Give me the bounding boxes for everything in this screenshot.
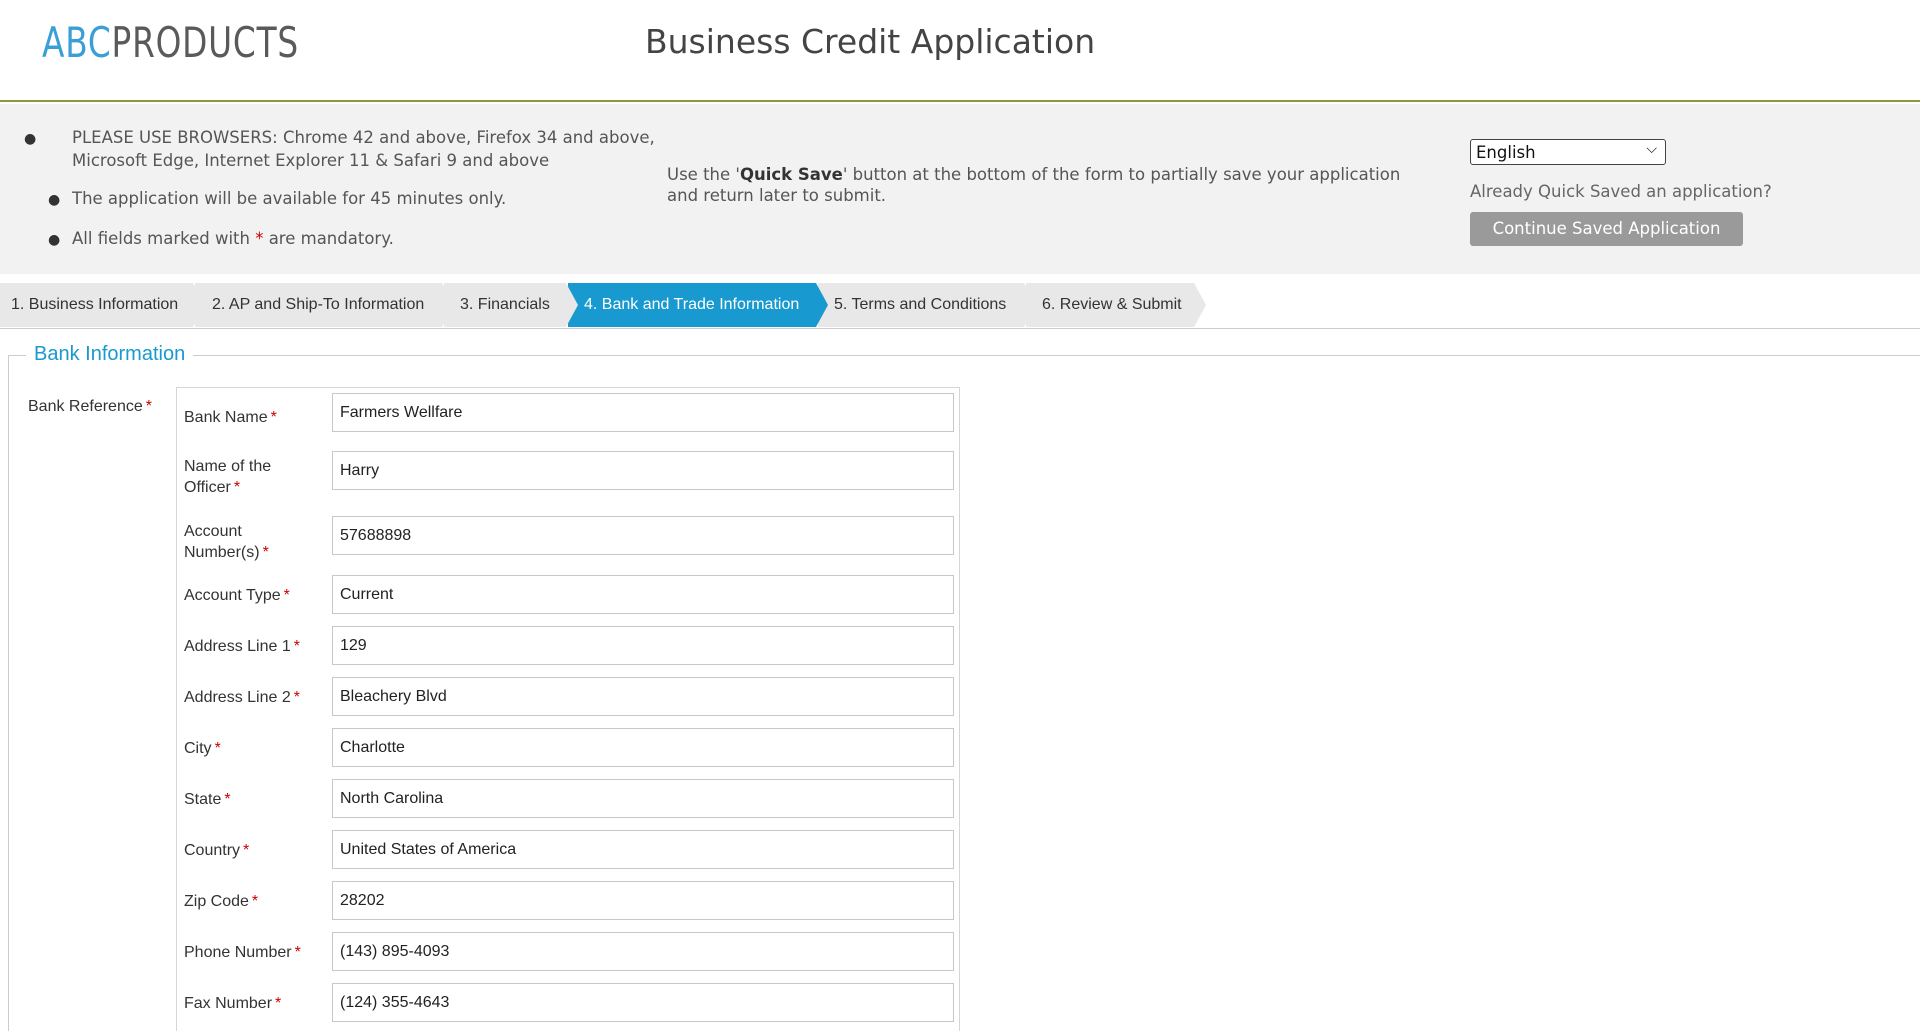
field-label-text: State	[184, 791, 222, 808]
field-label: Name of the Officer *	[184, 456, 284, 498]
bank-reference-group: Bank Name * Farmers Wellfare Name of the …	[176, 387, 960, 1031]
required-asterisk: *	[233, 479, 241, 496]
bank-reference-label: Bank Reference *	[28, 398, 152, 416]
field-label: Account Number(s) *	[184, 521, 284, 563]
tab-label: 5. Terms and Conditions	[834, 296, 1007, 313]
tab-ap-ship-to-information[interactable]: 2. AP and Ship-To Information	[195, 283, 454, 327]
required-asterisk: *	[262, 544, 269, 561]
page-header: ABCPRODUCTS Business Credit Application	[0, 0, 1920, 102]
notice-panel: ● PLEASE USE BROWSERS: Chrome 42 and abov…	[0, 104, 1920, 274]
tab-review-submit[interactable]: 6. Review & Submit	[1026, 283, 1206, 327]
section-legend: Bank Information	[26, 343, 194, 366]
tab-bank-trade-information[interactable]: 4. Bank and Trade Information	[568, 283, 828, 327]
required-asterisk: *	[251, 893, 259, 910]
field-label-text: Account Number(s)	[184, 523, 260, 561]
tab-label: 4. Bank and Trade Information	[584, 296, 800, 313]
quick-save-bold: Quick Save	[739, 165, 843, 184]
field-label: Phone Number *	[184, 942, 324, 963]
notice-mandatory-text: All fields marked with	[72, 229, 256, 248]
required-asterisk: *	[243, 842, 250, 859]
field-label-text: Country	[184, 842, 241, 859]
field-label-text: Fax Number	[184, 995, 273, 1012]
tab-label: 6. Review & Submit	[1042, 296, 1182, 313]
phone-number-input[interactable]: (143) 895-4093	[332, 932, 954, 971]
required-asterisk: *	[275, 995, 282, 1012]
account-type-input[interactable]: Current	[332, 575, 954, 614]
field-label-text: Phone Number	[184, 944, 292, 961]
address-line-2-input[interactable]: Bleachery Blvd	[332, 677, 954, 716]
bank-name-input[interactable]: Farmers Wellfare	[332, 393, 954, 432]
tab-label: 2. AP and Ship-To Information	[212, 296, 425, 313]
required-asterisk: *	[294, 944, 301, 961]
field-label-text: Zip Code	[184, 893, 249, 910]
field-label-text: Address Line 1	[184, 638, 291, 655]
tab-business-information[interactable]: 1. Business Information	[0, 283, 205, 327]
already-saved-text: Already Quick Saved an application?	[1470, 182, 1772, 201]
zip-code-input[interactable]: 28202	[332, 881, 954, 920]
field-label: City *	[184, 738, 304, 759]
field-label-text: Name of the Officer	[184, 458, 272, 496]
required-asterisk: *	[293, 638, 300, 655]
continue-saved-application-button[interactable]: Continue Saved Application	[1470, 212, 1743, 246]
notice-list: ● PLEASE USE BROWSERS: Chrome 42 and abov…	[24, 127, 672, 268]
field-label: Bank Name *	[184, 407, 304, 428]
notice-item-browsers: ● PLEASE USE BROWSERS: Chrome 42 and abov…	[24, 127, 672, 171]
language-select[interactable]: English ⌵	[1470, 139, 1666, 165]
bank-reference-text: Bank Reference	[28, 398, 143, 415]
field-label: Address Line 1 *	[184, 636, 304, 657]
field-label: Fax Number *	[184, 993, 304, 1014]
notice-item-time-limit: ● The application will be available for 4…	[48, 188, 672, 211]
field-label-text: Account Type	[184, 587, 281, 604]
tab-label: 1. Business Information	[11, 296, 179, 313]
field-label: Address Line 2 *	[184, 687, 304, 708]
required-asterisk: *	[224, 791, 231, 808]
required-asterisk: *	[293, 689, 300, 706]
country-input[interactable]: United States of America	[332, 830, 954, 869]
field-label: State *	[184, 789, 304, 810]
logo-abc-text: ABC	[42, 18, 112, 67]
bullet-icon: ●	[48, 192, 61, 208]
field-label-text: Address Line 2	[184, 689, 291, 706]
field-label-text: City	[184, 740, 212, 757]
tab-terms-conditions[interactable]: 5. Terms and Conditions	[818, 283, 1036, 327]
address-line-1-input[interactable]: 129	[332, 626, 954, 665]
language-selected-value: English	[1476, 143, 1536, 162]
tab-label: 3. Financials	[460, 296, 550, 313]
tab-financials[interactable]: 3. Financials	[444, 283, 578, 327]
chevron-down-icon: ⌵	[1646, 141, 1657, 157]
city-input[interactable]: Charlotte	[332, 728, 954, 767]
fax-number-input[interactable]: (124) 355-4643	[332, 983, 954, 1022]
page-title: Business Credit Application	[645, 22, 1096, 61]
logo-products-text: PRODUCTS	[111, 18, 299, 67]
required-asterisk: *	[214, 740, 221, 757]
account-number-input[interactable]: 57688898	[332, 516, 954, 555]
notice-time-limit-text: The application will be available for 45…	[72, 189, 507, 208]
required-asterisk: *	[270, 409, 277, 426]
step-navigation: 1. Business Information 2. AP and Ship-T…	[0, 283, 1920, 329]
field-label: Country *	[184, 840, 304, 861]
abc-products-logo[interactable]: ABCPRODUCTS	[42, 18, 299, 67]
bullet-icon: ●	[24, 131, 37, 147]
field-label: Zip Code *	[184, 891, 304, 912]
notice-item-mandatory: ● All fields marked with * are mandatory.	[48, 228, 672, 251]
quick-save-note: Use the 'Quick Save' button at the botto…	[667, 164, 1407, 206]
notice-browsers-text: PLEASE USE BROWSERS: Chrome 42 and above…	[72, 128, 655, 170]
field-label-text: Bank Name	[184, 409, 268, 426]
required-asterisk: *	[283, 587, 290, 604]
field-label: Account Type *	[184, 585, 304, 606]
state-input[interactable]: North Carolina	[332, 779, 954, 818]
required-asterisk: *	[145, 398, 152, 415]
notice-mandatory-text-end: are mandatory.	[263, 229, 394, 248]
officer-name-input[interactable]: Harry	[332, 451, 954, 490]
quick-save-text-start: Use the '	[667, 165, 740, 184]
bullet-icon: ●	[48, 232, 61, 248]
